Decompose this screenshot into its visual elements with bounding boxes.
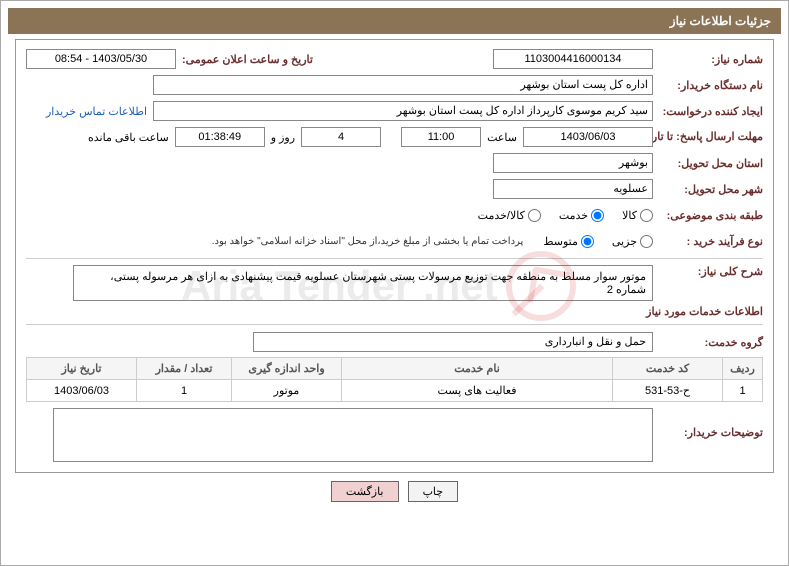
radio-service-label: خدمت [559, 209, 588, 222]
cell-code: ح-53-531 [613, 380, 723, 402]
label-reply-deadline: مهلت ارسال پاسخ: تا تاریخ: [653, 131, 763, 143]
label-requester: ایجاد کننده درخواست: [653, 105, 763, 118]
label-announce-dt: تاریخ و ساعت اعلان عمومی: [176, 53, 313, 66]
purchase-type-group: جزیی متوسط [529, 235, 653, 248]
radio-partial[interactable] [640, 235, 653, 248]
label-delivery-city: شهر محل تحویل: [653, 183, 763, 196]
cell-qty: 1 [137, 380, 232, 402]
label-buyer-org: نام دستگاه خریدار: [653, 79, 763, 92]
table-row: 1 ح-53-531 فعالیت های پست موتور 1 1403/0… [27, 380, 763, 402]
services-table: ردیف کد خدمت نام خدمت واحد اندازه گیری ت… [26, 357, 763, 402]
label-subject-class: طبقه بندی موضوعی: [653, 209, 763, 222]
cell-row: 1 [723, 380, 763, 402]
print-button[interactable]: چاپ [408, 481, 459, 502]
label-buyer-notes: توضیحات خریدار: [653, 426, 763, 439]
divider-2 [26, 324, 763, 325]
th-row: ردیف [723, 358, 763, 380]
radio-partial-label: جزیی [612, 235, 637, 248]
requester-field: سید کریم موسوی کارپرداز اداره کل پست است… [153, 101, 653, 121]
radio-medium-label: متوسط [543, 235, 578, 248]
label-service-group: گروه خدمت: [653, 336, 763, 349]
subject-class-group: کالا خدمت کالا/خدمت [464, 209, 653, 222]
cell-unit: موتور [232, 380, 342, 402]
radio-medium[interactable] [581, 235, 594, 248]
th-name: نام خدمت [342, 358, 613, 380]
label-purchase-type: نوع فرآیند خرید : [653, 235, 763, 248]
section-service-info: اطلاعات خدمات مورد نیاز [26, 305, 763, 318]
th-need-date: تاریخ نیاز [27, 358, 137, 380]
buyer-notes-box[interactable] [53, 408, 653, 462]
radio-service[interactable] [591, 209, 604, 222]
back-button[interactable]: بازگشت [331, 481, 399, 502]
label-hour: ساعت [487, 131, 517, 144]
label-overall-desc: شرح کلی نیاز: [653, 265, 763, 278]
label-remaining: ساعت باقی مانده [88, 131, 169, 144]
footer: چاپ بازگشت [1, 481, 788, 502]
contact-link[interactable]: اطلاعات تماس خریدار [46, 105, 147, 118]
time-left-field: 01:38:49 [175, 127, 265, 147]
delivery-province-field: بوشهر [493, 153, 653, 173]
buyer-org-field: اداره کل پست استان بوشهر [153, 75, 653, 95]
delivery-city-field: عسلویه [493, 179, 653, 199]
radio-goods-label: کالا [622, 209, 637, 222]
reply-hour-field: 11:00 [401, 127, 481, 147]
label-need-no: شماره نیاز: [653, 53, 763, 66]
divider [26, 258, 763, 259]
need-no-field: 1103004416000134 [493, 49, 653, 69]
service-group-field: حمل و نقل و انبارداری [253, 332, 653, 352]
radio-both-label: کالا/خدمت [478, 209, 525, 222]
th-qty: تعداد / مقدار [137, 358, 232, 380]
overall-desc-box: موتور سوار مسلط به منطقه جهت توزیع مرسول… [73, 265, 653, 301]
radio-both[interactable] [528, 209, 541, 222]
radio-goods[interactable] [640, 209, 653, 222]
label-delivery-province: استان محل تحویل: [653, 157, 763, 170]
cell-name: فعالیت های پست [342, 380, 613, 402]
announce-dt-field: 1403/05/30 - 08:54 [26, 49, 176, 69]
th-code: کد خدمت [613, 358, 723, 380]
label-day-and: روز و [271, 131, 295, 144]
page-title: جزئیات اطلاعات نیاز [8, 8, 781, 34]
th-unit: واحد اندازه گیری [232, 358, 342, 380]
payment-note: پرداخت تمام یا بخشی از مبلغ خرید،از محل … [212, 236, 524, 247]
cell-need-date: 1403/06/03 [27, 380, 137, 402]
days-left-field: 4 [301, 127, 381, 147]
reply-date-field: 1403/06/03 [523, 127, 653, 147]
details-panel: شماره نیاز: 1103004416000134 تاریخ و ساع… [15, 39, 774, 473]
